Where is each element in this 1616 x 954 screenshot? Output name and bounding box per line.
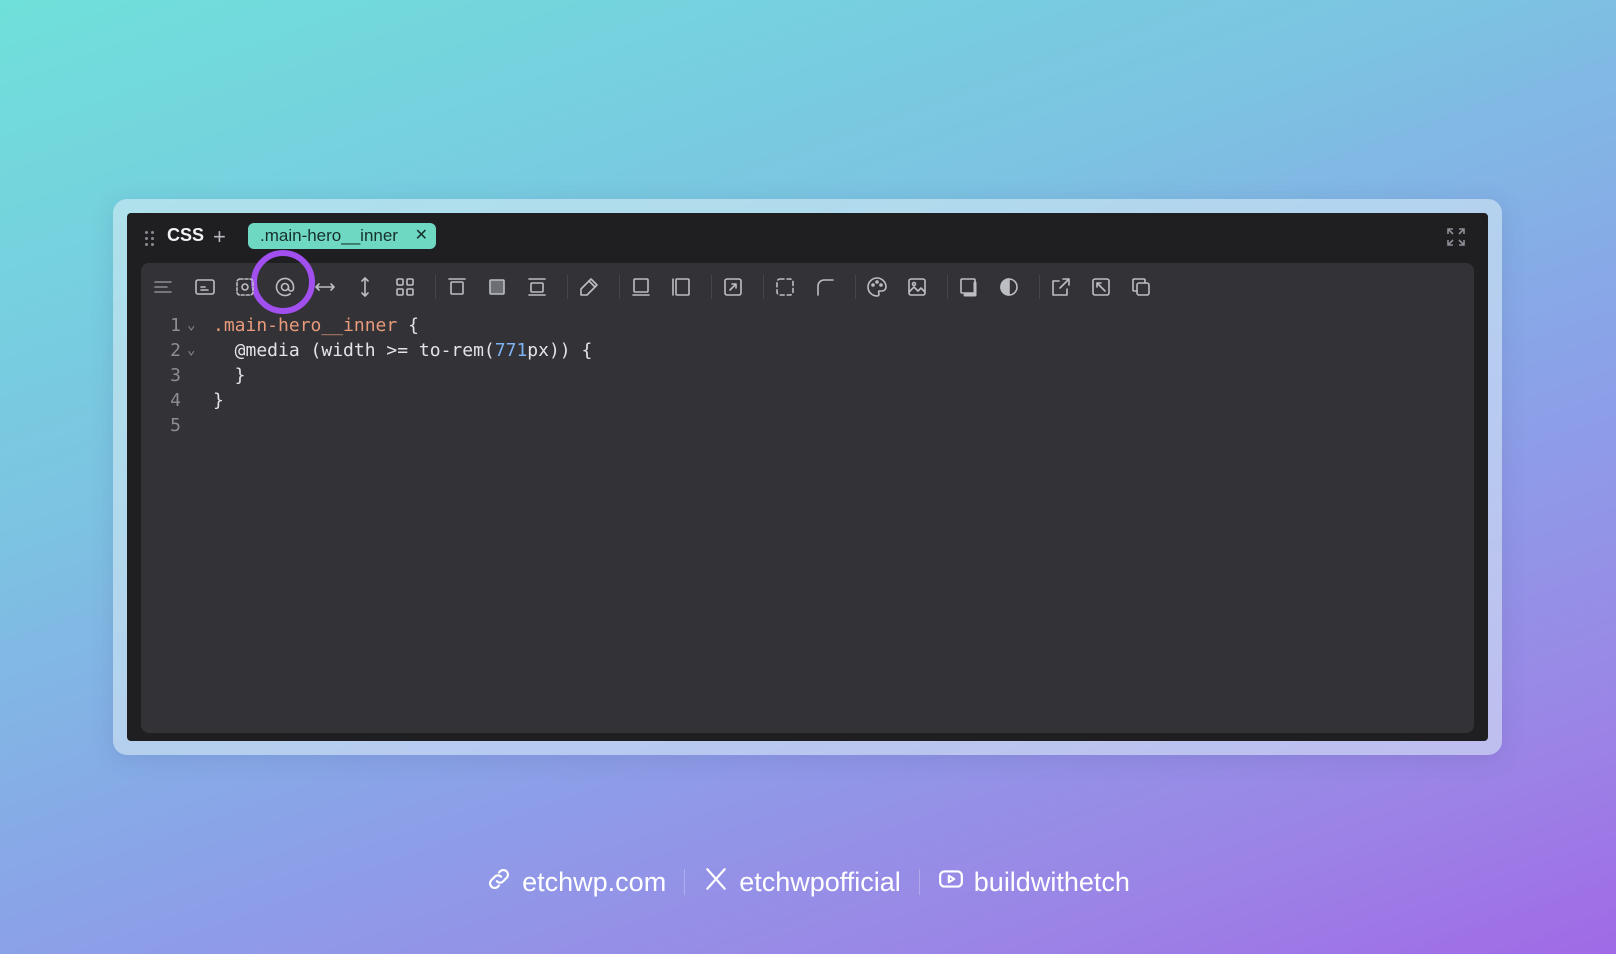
youtube-icon [938, 866, 964, 899]
toolbar-separator [435, 275, 436, 299]
at-rule-icon[interactable] [273, 275, 297, 299]
external-link-icon[interactable] [1049, 275, 1073, 299]
x-link[interactable]: etchwpofficial [703, 866, 901, 899]
position-icon[interactable] [721, 275, 745, 299]
resize-icon[interactable] [1089, 275, 1113, 299]
contrast-icon[interactable] [997, 275, 1021, 299]
x-logo-icon [703, 866, 729, 899]
toolbar-separator [947, 275, 948, 299]
youtube-link[interactable]: buildwithetch [938, 866, 1130, 899]
code-line[interactable]: 3 } [141, 363, 1474, 388]
tab-bar: CSS + .main-hero__inner ✕ [127, 213, 1488, 263]
media-query-icon[interactable] [193, 275, 217, 299]
code-token: } [213, 365, 246, 386]
toolbar-separator [711, 275, 712, 299]
footer-divider [918, 869, 920, 895]
code-token: 771 [494, 340, 528, 361]
radius-icon[interactable] [813, 275, 837, 299]
format-icon[interactable] [151, 275, 175, 299]
toolbar-separator [855, 275, 856, 299]
code-text: @media (width >= to-rem(771px)) { [213, 338, 593, 363]
code-line[interactable]: 5 [141, 413, 1474, 438]
code-text: .main-hero__inner { [213, 313, 419, 338]
align-fill-icon[interactable] [485, 275, 509, 299]
website-text: etchwp.com [522, 866, 667, 897]
palette-icon[interactable] [865, 275, 889, 299]
panel-title: CSS [167, 225, 205, 245]
toolbar-separator [619, 275, 620, 299]
toolbar-separator [567, 275, 568, 299]
container-query-icon[interactable] [233, 275, 257, 299]
border-left-icon[interactable] [669, 275, 693, 299]
website-link[interactable]: etchwp.com [486, 866, 666, 899]
close-icon[interactable]: ✕ [415, 223, 428, 249]
fold-chevron-icon[interactable]: ⌄ [187, 338, 195, 363]
align-bottom-icon[interactable] [525, 275, 549, 299]
outline-icon[interactable] [773, 275, 797, 299]
add-icon[interactable]: + [213, 226, 226, 248]
code-token: { [397, 315, 419, 336]
image-icon[interactable] [905, 275, 929, 299]
color-picker-icon[interactable] [577, 275, 601, 299]
toolbar-separator [763, 275, 764, 299]
editor-window-frame: CSS + .main-hero__inner ✕ 1 ⌄ .main-hero__… [113, 199, 1502, 755]
height-icon[interactable] [353, 275, 377, 299]
code-token: @media (width >= to-rem( [213, 340, 495, 361]
code-text: } [213, 363, 246, 388]
line-number: 3 [170, 365, 181, 386]
line-number: 4 [170, 390, 181, 411]
line-number: 5 [170, 415, 181, 436]
line-number: 2 [170, 340, 181, 361]
code-text: } [213, 388, 224, 413]
youtube-text: buildwithetch [973, 866, 1130, 897]
tab-label: .main-hero__inner [260, 226, 398, 245]
toolbar [141, 250, 1474, 314]
line-number: 1 [170, 315, 181, 336]
footer-divider [684, 869, 686, 895]
fold-chevron-icon[interactable]: ⌄ [187, 313, 195, 338]
css-panel: CSS + .main-hero__inner ✕ 1 ⌄ .main-hero__… [127, 213, 1488, 741]
toolbar-separator [1039, 275, 1040, 299]
code-token: .main-hero__inner [213, 315, 398, 336]
align-top-icon[interactable] [445, 275, 469, 299]
tab-main-hero-inner[interactable]: .main-hero__inner ✕ [248, 223, 436, 249]
copy-icon[interactable] [1129, 275, 1153, 299]
code-token: px)) { [527, 340, 593, 361]
grid-icon[interactable] [393, 275, 417, 299]
x-handle-text: etchwpofficial [739, 866, 901, 897]
code-line[interactable]: 2 ⌄ @media (width >= to-rem(771px)) { [141, 338, 1474, 363]
code-editor[interactable]: 1 ⌄ .main-hero__inner {2 ⌄ @media (width >=… [141, 250, 1474, 733]
code-token: } [213, 390, 224, 411]
footer: etchwp.com etchwpofficial buildwithetch [0, 862, 1616, 902]
expand-icon[interactable] [1446, 227, 1466, 247]
width-icon[interactable] [313, 275, 337, 299]
code-lines[interactable]: 1 ⌄ .main-hero__inner {2 ⌄ @media (width >=… [141, 313, 1474, 438]
shadow-icon[interactable] [957, 275, 981, 299]
code-line[interactable]: 4} [141, 388, 1474, 413]
code-line[interactable]: 1 ⌄ .main-hero__inner { [141, 313, 1474, 338]
border-bottom-icon[interactable] [629, 275, 653, 299]
drag-handle-icon[interactable] [145, 229, 157, 247]
link-icon [486, 866, 512, 899]
